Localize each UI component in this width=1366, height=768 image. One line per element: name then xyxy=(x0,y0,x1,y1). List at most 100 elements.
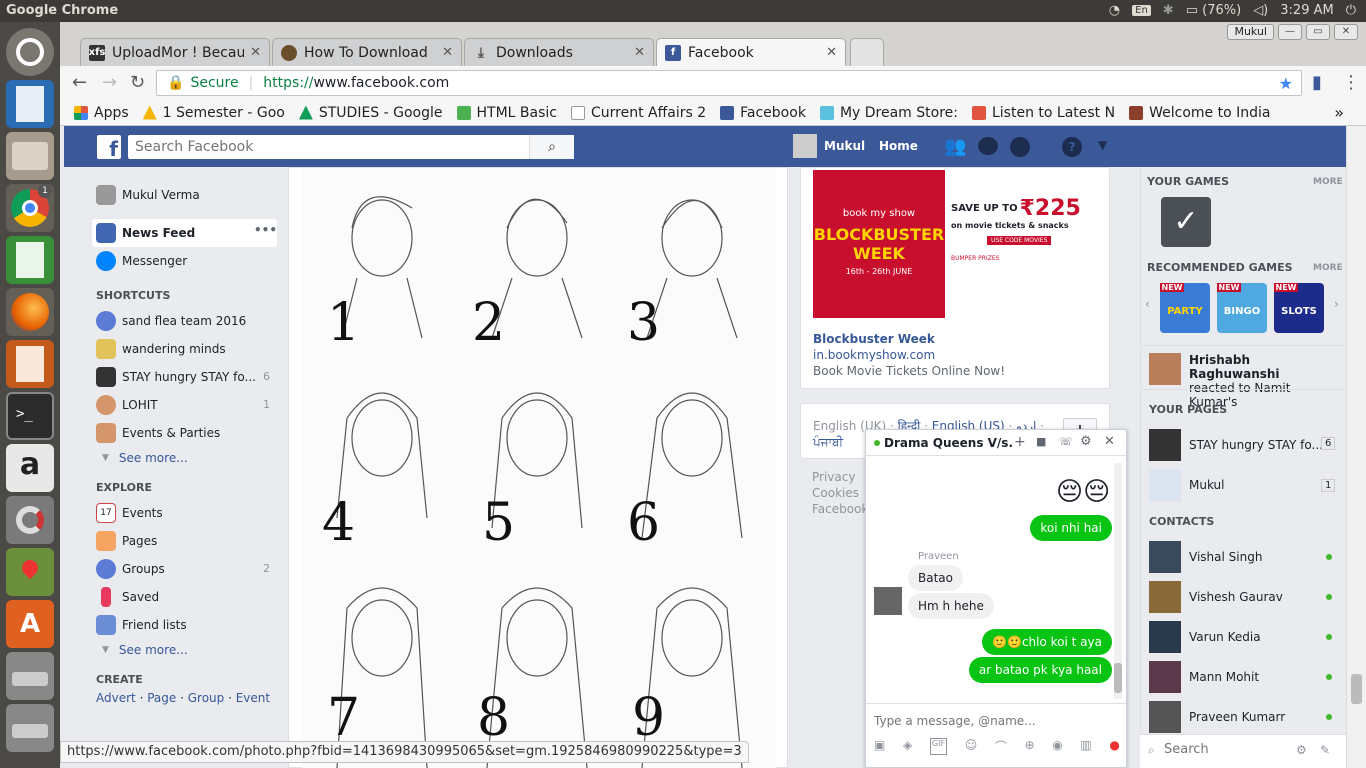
bookmark-1-semester[interactable]: 1 Semester - Goo xyxy=(142,105,285,121)
back-button[interactable]: ← xyxy=(72,72,87,93)
avatar[interactable] xyxy=(793,134,817,158)
wifi-icon[interactable]: ◔ xyxy=(1109,3,1120,18)
bookmark-facebook[interactable]: Facebook xyxy=(720,105,806,121)
page-item[interactable]: Mukul xyxy=(1149,469,1224,501)
notifications-globe-icon[interactable] xyxy=(1010,137,1030,157)
presentation-icon[interactable] xyxy=(6,340,54,388)
add-people-icon[interactable]: + xyxy=(1014,434,1026,450)
poll-icon[interactable]: ▥ xyxy=(1080,738,1091,755)
search-icon[interactable]: ⌕ xyxy=(529,135,574,159)
video-call-icon[interactable]: ■ xyxy=(1036,435,1046,448)
bookmark-studies[interactable]: STUDIES - Google xyxy=(298,105,443,121)
ubuntu-dash-icon[interactable] xyxy=(6,28,54,76)
minimize-button[interactable]: — xyxy=(1278,24,1302,40)
explore-item[interactable]: Pages xyxy=(96,531,157,551)
shortcut-item[interactable]: sand flea team 2016 xyxy=(96,311,246,331)
scrollbar-thumb[interactable] xyxy=(1351,674,1362,704)
footer-privacy[interactable]: Privacy xyxy=(812,469,868,485)
tab-how-to-download[interactable]: How To Download ✕ xyxy=(272,38,462,66)
bookmark-welcome-india[interactable]: Welcome to India xyxy=(1129,105,1270,121)
shortcut-item[interactable]: Events & Parties xyxy=(96,423,220,443)
create-event-link[interactable]: Event xyxy=(236,691,270,705)
chat-scrollbar[interactable] xyxy=(1114,463,1122,699)
new-tab-button[interactable] xyxy=(850,38,884,66)
camera-icon[interactable]: ◉ xyxy=(1052,738,1062,755)
bookmark-html-basic[interactable]: HTML Basic xyxy=(456,105,557,121)
drive-1-icon[interactable] xyxy=(6,652,54,700)
your-games-more[interactable]: MORE xyxy=(1313,177,1343,187)
chat-title[interactable]: Drama Queens V/s... xyxy=(884,436,1014,450)
sticker-icon[interactable]: ◈ xyxy=(903,738,912,755)
ticker-item[interactable]: Hrishabh Raghuwanshi reacted to Namit Ku… xyxy=(1189,353,1339,409)
messenger-icon[interactable] xyxy=(978,137,998,155)
chevron-left-icon[interactable]: ‹ xyxy=(1145,297,1150,311)
power-icon[interactable]: ⏻ xyxy=(1346,3,1356,18)
address-bar[interactable]: 🔒 Secure | https:// www.facebook.com ★ xyxy=(156,70,1302,96)
tab-facebook[interactable]: f Facebook ✕ xyxy=(656,38,846,66)
shortcut-item[interactable]: STAY hungry STAY fo... xyxy=(96,367,256,387)
forward-button[interactable]: → xyxy=(102,72,117,93)
gif-icon[interactable]: GIF xyxy=(929,738,948,755)
bookmark-current-affairs[interactable]: Current Affairs 2 xyxy=(571,105,706,121)
contact-item[interactable]: Varun Kedia xyxy=(1149,621,1261,653)
create-group-link[interactable]: Group xyxy=(188,691,225,705)
game-bingo[interactable]: NEW BINGO xyxy=(1217,283,1267,333)
profile-link[interactable]: Mukul xyxy=(824,139,865,153)
ad-title[interactable]: Blockbuster Week xyxy=(813,332,935,346)
game-checkmark-icon[interactable]: ✓ xyxy=(1161,197,1211,247)
nav-news-feed[interactable]: News Feed xyxy=(96,223,195,243)
close-icon[interactable]: ✕ xyxy=(442,45,453,60)
shortcut-item[interactable]: LOHIT xyxy=(96,395,158,415)
contact-item[interactable]: Mann Mohit xyxy=(1149,661,1259,693)
maps-icon[interactable] xyxy=(6,548,54,596)
explore-item[interactable]: Saved xyxy=(96,587,159,607)
close-icon[interactable]: ✕ xyxy=(250,45,261,60)
chat-header[interactable]: Drama Queens V/s... + ■ ☏ ⚙ ✕ xyxy=(866,430,1126,456)
nav-profile[interactable]: Mukul Verma xyxy=(96,185,200,205)
location-pin-icon[interactable]: ● xyxy=(1109,738,1119,755)
chat-search-input[interactable] xyxy=(1164,742,1284,757)
drive-2-icon[interactable] xyxy=(6,704,54,752)
keyboard-layout[interactable]: En xyxy=(1132,5,1151,16)
see-more-explore[interactable]: ▼ See more... xyxy=(102,643,188,657)
reload-button[interactable]: ↻ xyxy=(130,72,145,93)
compose-icon[interactable]: ✎ xyxy=(1320,743,1330,757)
star-icon[interactable]: ★ xyxy=(1279,74,1293,93)
emoji-icon[interactable]: ☺ xyxy=(965,738,978,755)
game-party[interactable]: NEW PARTY xyxy=(1160,283,1210,333)
bluetooth-icon[interactable]: ✱ xyxy=(1163,3,1174,18)
bookmark-listen[interactable]: Listen to Latest N xyxy=(971,105,1115,121)
spreadsheet-icon[interactable] xyxy=(6,236,54,284)
profile-button[interactable]: Mukul xyxy=(1227,24,1274,40)
document-viewer-icon[interactable] xyxy=(6,80,54,128)
explore-item[interactable]: Groups xyxy=(96,559,165,579)
footer-cookies[interactable]: Cookies xyxy=(812,485,868,501)
avatar[interactable] xyxy=(874,587,902,615)
maximize-button[interactable]: ▭ xyxy=(1306,24,1330,40)
friend-requests-icon[interactable]: 👥 xyxy=(944,136,966,157)
attachment-icon[interactable]: ⌒ xyxy=(995,738,1007,755)
create-advert-link[interactable]: Advert xyxy=(96,691,136,705)
help-icon[interactable]: ? xyxy=(1062,137,1082,157)
system-settings-icon[interactable] xyxy=(6,496,54,544)
close-window-button[interactable]: ✕ xyxy=(1334,24,1358,40)
gear-icon[interactable]: ⚙ xyxy=(1080,434,1092,449)
menu-icon[interactable]: ⋮ xyxy=(1342,72,1360,93)
facebook-logo[interactable]: f xyxy=(97,135,121,161)
phone-icon[interactable]: ☏ xyxy=(1059,435,1073,448)
sponsored-ad[interactable]: book my show BLOCKBUSTER WEEK 16th - 26t… xyxy=(800,167,1110,389)
close-icon[interactable]: ✕ xyxy=(634,45,645,60)
create-page-link[interactable]: Page xyxy=(147,691,176,705)
amazon-icon[interactable]: a xyxy=(6,444,54,492)
more-bookmarks-icon[interactable]: » xyxy=(1334,103,1344,122)
post-photo[interactable]: 1 2 3 4 5 6 7 8 9 xyxy=(302,168,776,768)
chevron-right-icon[interactable]: › xyxy=(1334,297,1339,311)
firefox-icon[interactable] xyxy=(6,288,54,336)
shortcut-item[interactable]: wandering minds xyxy=(96,339,226,359)
language-punjabi[interactable]: ਪੰਜਾਬੀ xyxy=(813,435,843,449)
tab-uploadmor[interactable]: xfs UploadMor ! Becau ✕ xyxy=(80,38,270,66)
volume-icon[interactable]: ◁) xyxy=(1253,3,1268,18)
terminal-icon[interactable]: >_ xyxy=(6,392,54,440)
clock[interactable]: 3:29 AM xyxy=(1280,3,1333,18)
ticker-avatar[interactable] xyxy=(1149,353,1181,385)
